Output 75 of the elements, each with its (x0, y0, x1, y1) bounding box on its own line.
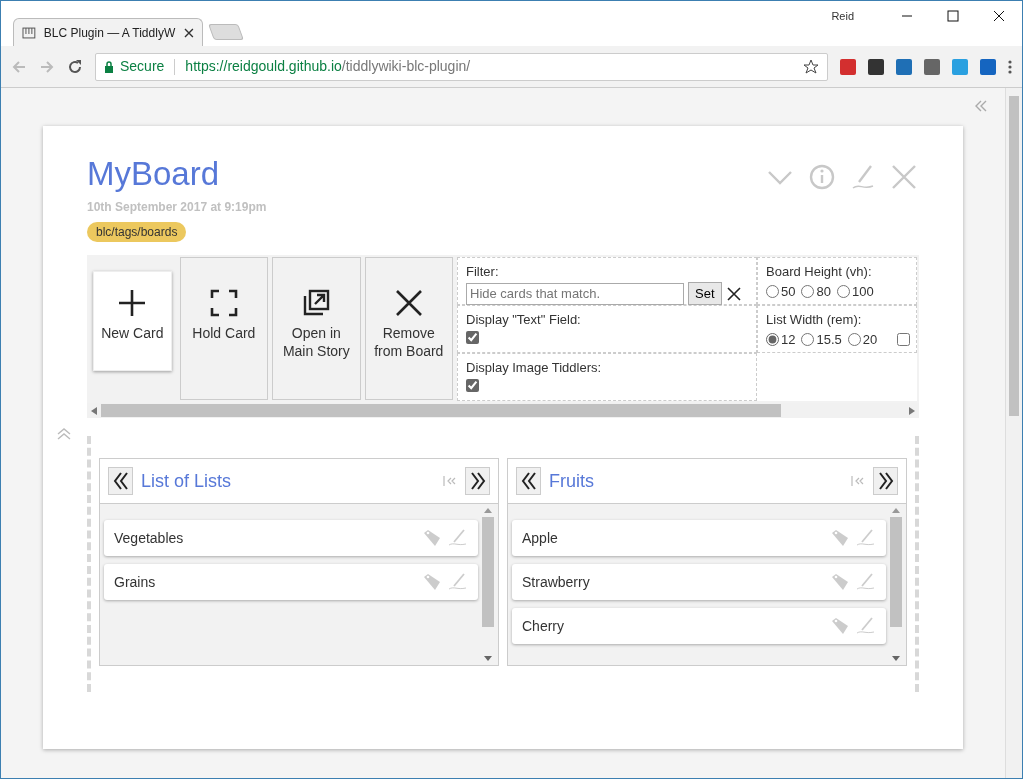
plus-icon (117, 288, 148, 319)
security-label: Secure (120, 57, 165, 76)
set-button[interactable]: Set (688, 281, 722, 306)
scroll-left-icon[interactable] (91, 406, 97, 415)
toolbar-button[interactable]: New Card (93, 271, 172, 372)
scrollbar-thumb[interactable] (890, 517, 902, 628)
radio-button[interactable] (836, 285, 850, 299)
display-text-label: Display "Text" Field: (466, 311, 582, 330)
move-left-button[interactable] (108, 467, 133, 496)
scroll-up-icon[interactable] (892, 508, 900, 514)
move-right-button[interactable] (465, 467, 490, 496)
radio-button[interactable] (766, 333, 779, 347)
url-text: https://reidgould.github.io/tiddlywiki-blc-plugin/ (185, 57, 472, 76)
modified-date: 10th September 2017 at 9:19pm (87, 199, 268, 217)
browser-tab[interactable]: BLC Plugin — A TiddlyWi (13, 18, 203, 46)
double-chevron-right-icon (876, 471, 895, 492)
clear-icon[interactable] (725, 285, 742, 302)
scroll-down-icon[interactable] (484, 656, 492, 662)
filter-label: Filter: (466, 263, 500, 282)
radio-label: 80 (816, 282, 831, 301)
toolbar-button[interactable]: Remove from Board (364, 257, 453, 401)
radio-label: 20 (862, 330, 878, 349)
page-icon (22, 26, 36, 39)
star-icon[interactable] (803, 58, 819, 75)
scroll-up-icon[interactable] (484, 508, 492, 514)
radio-button[interactable] (801, 285, 815, 299)
maximize-icon[interactable] (947, 10, 959, 22)
double-chevron-right-icon (468, 471, 487, 492)
radio-button[interactable] (847, 333, 861, 347)
scrollbar-thumb[interactable] (101, 404, 781, 418)
scroll-down-icon[interactable] (892, 656, 900, 662)
radio-label: 12 (781, 330, 796, 349)
close-icon[interactable] (993, 10, 1005, 22)
radio-label: 100 (851, 282, 874, 301)
reload-icon[interactable] (67, 58, 83, 75)
radio-button[interactable] (766, 285, 779, 299)
scrollbar-thumb[interactable] (1009, 96, 1019, 416)
double-chevron-left-icon (111, 471, 130, 492)
checkbox[interactable] (466, 378, 479, 392)
close-icon[interactable] (184, 27, 194, 38)
checkbox[interactable] (466, 330, 479, 344)
tab-title: BLC Plugin — A TiddlyWi (43, 24, 177, 42)
double-chevron-left-icon (519, 471, 538, 492)
user-name: Reid (831, 8, 854, 24)
list-title[interactable]: Fruits (549, 467, 843, 495)
list-title[interactable]: List of Lists (141, 467, 435, 495)
card-title: Vegetables (114, 528, 185, 548)
display-images-label: Display Image Tiddlers: (466, 359, 603, 378)
checkbox[interactable] (897, 333, 911, 347)
card-title: Cherry (522, 616, 565, 636)
tag-pill[interactable]: blc/tags/boards (87, 222, 187, 243)
card-title: Apple (522, 528, 559, 548)
corners-icon (208, 288, 239, 319)
address-field[interactable]: Secure https://reidgould.github.io/tiddlywiki-blc-plugin/ (95, 52, 828, 81)
board-height-label: Board Height (vh): (766, 263, 873, 282)
lock-icon (104, 60, 114, 73)
toolbar-button[interactable]: Open in Main Story (272, 257, 361, 401)
extension-icon[interactable] (924, 58, 940, 75)
filter-input[interactable]: Hide cards that match. (466, 282, 684, 305)
radio-button[interactable] (801, 333, 815, 347)
card-title: Strawberry (522, 572, 591, 592)
move-left-button[interactable] (516, 467, 541, 496)
menu-icon[interactable] (1008, 58, 1012, 75)
list-width-label: List Width (rem): (766, 311, 863, 330)
collapse-sidebar-icon[interactable] (975, 100, 987, 112)
radio-label: 15.5 (816, 330, 842, 349)
radio-label: 50 (781, 282, 796, 301)
extension-icon[interactable] (980, 58, 996, 75)
move-right-button[interactable] (873, 467, 898, 496)
toolbar-button[interactable]: Hold Card (179, 257, 269, 401)
extension-icon[interactable] (868, 58, 884, 75)
card-title: Grains (114, 572, 157, 592)
scrollbar-thumb[interactable] (482, 517, 494, 628)
scroll-right-icon[interactable] (909, 406, 915, 415)
tiddler-title: MyBoard (87, 156, 220, 193)
